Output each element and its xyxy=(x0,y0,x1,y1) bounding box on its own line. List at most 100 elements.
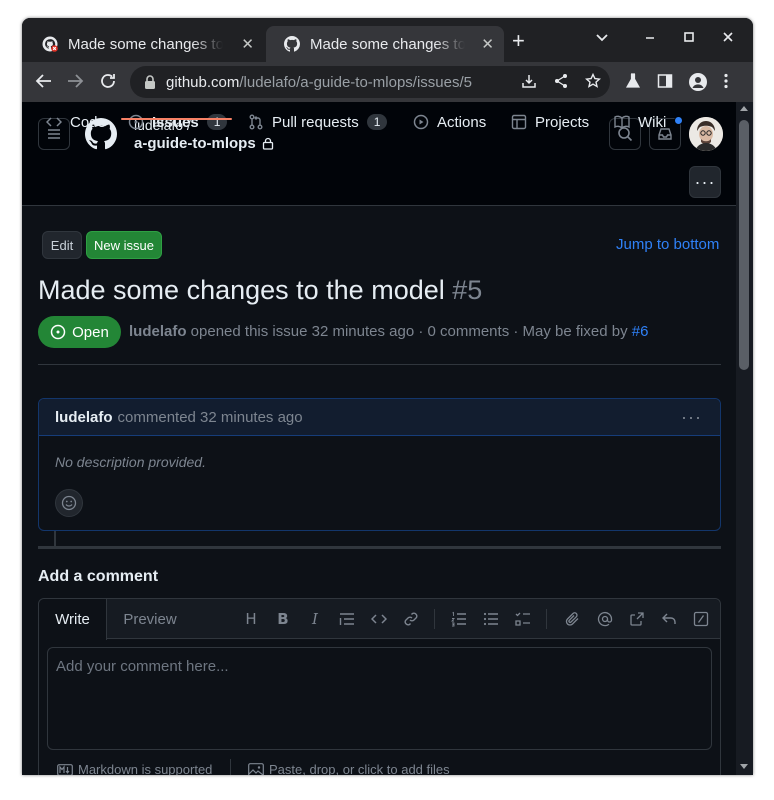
header-divider xyxy=(38,364,721,365)
heading-icon[interactable]: H xyxy=(242,610,260,628)
tab-wiki-label: Wiki xyxy=(638,113,667,131)
tab-pull-requests-label: Pull requests xyxy=(272,113,359,131)
italic-icon[interactable]: I xyxy=(306,610,324,628)
new-tab-button[interactable]: + xyxy=(512,30,525,52)
status-label: Open xyxy=(72,323,109,341)
comment-body: No description provided. xyxy=(55,454,206,470)
scroll-down-arrow-icon[interactable] xyxy=(740,764,748,769)
pull-requests-count-badge: 1 xyxy=(366,114,388,130)
write-tab[interactable]: Write xyxy=(39,599,107,640)
tab-issues-label: Issues xyxy=(152,113,199,131)
tab-pull-requests[interactable]: Pull requests 1 xyxy=(248,102,388,142)
github-icon xyxy=(284,36,300,52)
comment-textarea[interactable]: Add your comment here... xyxy=(47,647,712,750)
page-title: Made some changes to the model #5 xyxy=(38,275,482,306)
window-close-icon[interactable] xyxy=(722,30,734,48)
browser-tab-1[interactable]: Made some changes to the model · Issue #… xyxy=(24,26,264,62)
task-list-icon[interactable] xyxy=(514,610,532,628)
issue-number: #5 xyxy=(452,275,483,305)
github-error-icon xyxy=(42,36,58,52)
unordered-list-icon[interactable] xyxy=(482,610,500,628)
mention-icon[interactable] xyxy=(596,610,614,628)
labs-flask-icon[interactable] xyxy=(625,73,641,93)
ordered-list-icon[interactable] xyxy=(450,610,468,628)
footer-separator xyxy=(230,759,231,775)
bookmark-star-icon[interactable] xyxy=(584,72,602,93)
install-app-icon[interactable] xyxy=(521,73,537,93)
tab-projects[interactable]: Projects xyxy=(511,102,589,142)
smiley-icon xyxy=(61,495,77,511)
comment-menu-button[interactable]: ··· xyxy=(681,407,702,428)
share-icon[interactable] xyxy=(553,73,569,93)
comment-card: ludelafo commented 32 minutes ago ··· No… xyxy=(38,398,721,531)
cross-reference-icon[interactable] xyxy=(628,610,646,628)
toolbar-separator xyxy=(434,609,435,629)
tab-actions[interactable]: Actions xyxy=(413,102,486,142)
maximize-icon[interactable] xyxy=(683,30,695,48)
comment-editor: Write Preview H B I Add your comment her… xyxy=(38,598,721,775)
tab-search-dropdown-icon[interactable] xyxy=(595,30,609,48)
jump-to-bottom-link[interactable]: Jump to bottom xyxy=(616,236,719,253)
markdown-note[interactable]: Markdown is supported xyxy=(57,762,212,775)
comment-author-link[interactable]: ludelafo xyxy=(55,409,113,426)
tab-code-label: Code xyxy=(70,113,106,131)
active-tab-underline xyxy=(121,118,232,120)
back-arrow-icon[interactable] xyxy=(35,72,53,93)
scrollbar[interactable] xyxy=(736,102,753,775)
minimize-icon[interactable] xyxy=(644,30,656,48)
slash-command-icon[interactable] xyxy=(692,610,710,628)
comment-header: ludelafo commented 32 minutes ago ··· xyxy=(39,399,720,436)
browser-tab-2[interactable]: Made some changes to the model · Issue #… xyxy=(266,26,504,62)
tab-actions-label: Actions xyxy=(437,113,487,131)
browser-toolbar: github.com/ludelafo/a-guide-to-mlops/iss… xyxy=(22,62,753,102)
book-icon xyxy=(614,115,630,129)
issue-title-text: Made some changes to the model xyxy=(38,275,445,305)
forward-arrow-icon[interactable] xyxy=(66,72,84,93)
toolbar-separator xyxy=(546,609,547,629)
bold-icon[interactable]: B xyxy=(274,610,292,628)
issue-author-link[interactable]: ludelafo xyxy=(129,323,187,340)
image-icon xyxy=(248,762,264,775)
url-path: /ludelafo/a-guide-to-mlops/issues/5 xyxy=(239,73,472,91)
editor-tabs: Write Preview H B I xyxy=(39,599,720,640)
quote-icon[interactable] xyxy=(338,610,356,628)
scroll-up-arrow-icon[interactable] xyxy=(740,106,748,111)
code-icon xyxy=(46,117,62,127)
browser-window: Made some changes to the model · Issue #… xyxy=(22,18,753,775)
code-icon[interactable] xyxy=(370,610,388,628)
tab-wiki[interactable]: Wiki xyxy=(614,102,666,142)
edit-button[interactable]: Edit xyxy=(42,231,82,259)
attach-files-text: Paste, drop, or click to add files xyxy=(269,762,450,775)
browser-menu-icon[interactable] xyxy=(723,73,729,93)
close-tab-icon[interactable]: ✕ xyxy=(481,35,494,53)
tab-issues[interactable]: Issues 1 xyxy=(128,102,228,142)
tab-title: Made some changes to the model · Issue #… xyxy=(310,35,465,53)
issue-meta: ludelafo opened this issue 32 minutes ag… xyxy=(129,323,648,340)
url-host: github.com xyxy=(166,73,240,91)
markdown-icon xyxy=(57,763,73,775)
address-bar[interactable]: github.com/ludelafo/a-guide-to-mlops/iss… xyxy=(130,66,610,98)
pull-request-icon xyxy=(249,114,263,130)
close-tab-icon[interactable]: ✕ xyxy=(241,35,254,53)
tab-projects-label: Projects xyxy=(535,113,590,131)
issues-count-badge: 1 xyxy=(206,114,228,130)
more-nav-button[interactable]: ··· xyxy=(689,166,721,198)
scrollbar-thumb[interactable] xyxy=(739,120,749,370)
tab-code[interactable]: Code xyxy=(46,102,106,142)
profile-icon[interactable] xyxy=(689,73,707,95)
paperclip-icon[interactable] xyxy=(564,610,582,628)
add-reaction-button[interactable] xyxy=(55,489,83,517)
link-icon[interactable] xyxy=(402,610,420,628)
fixed-by-link[interactable]: #6 xyxy=(632,323,649,340)
play-icon xyxy=(413,114,429,130)
new-issue-button[interactable]: New issue xyxy=(86,231,162,259)
side-panel-icon[interactable] xyxy=(657,73,673,93)
reply-icon[interactable] xyxy=(660,610,678,628)
reload-icon[interactable] xyxy=(99,72,117,93)
issue-open-icon xyxy=(50,324,66,340)
comment-time[interactable]: commented 32 minutes ago xyxy=(118,409,303,426)
preview-tab[interactable]: Preview xyxy=(111,599,189,640)
tab-strip: Made some changes to the model · Issue #… xyxy=(22,18,753,62)
avatar[interactable] xyxy=(689,117,723,151)
attach-files-note[interactable]: Paste, drop, or click to add files xyxy=(248,762,450,775)
